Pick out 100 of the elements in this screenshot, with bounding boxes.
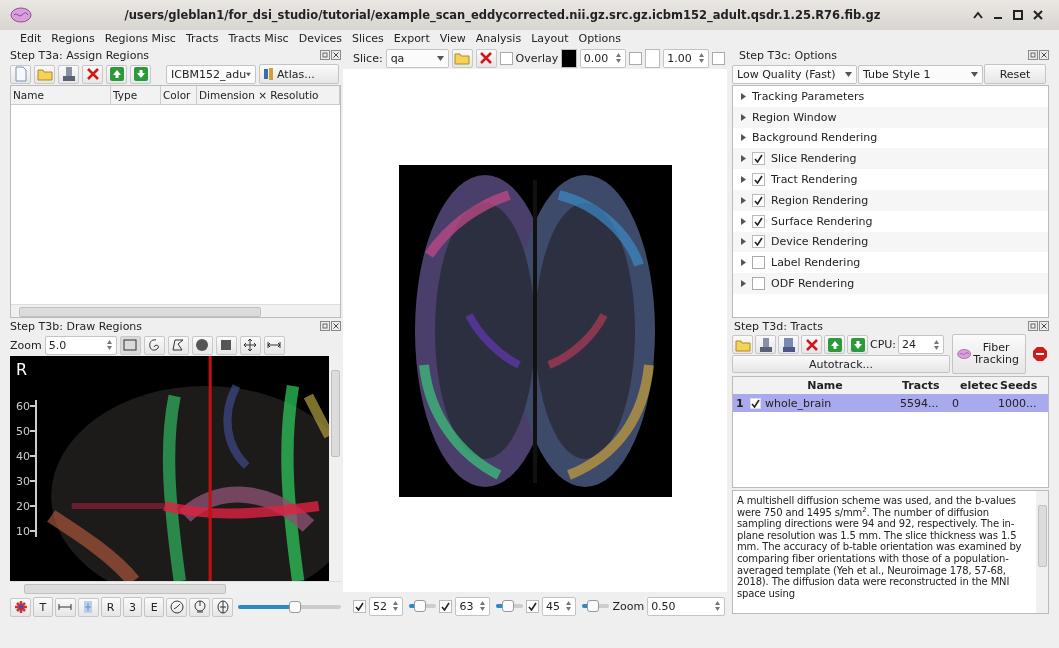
spin-arrows-icon[interactable] <box>105 339 113 351</box>
menu-item[interactable]: Slices <box>352 32 384 45</box>
save-all-icon[interactable] <box>780 336 797 353</box>
option-group-label[interactable]: Device Rendering <box>771 235 869 249</box>
slice-position-field[interactable]: 45 <box>541 596 576 616</box>
option-group-label[interactable]: Region Window <box>752 110 837 124</box>
freehand-icon[interactable] <box>147 338 162 352</box>
atlas-button[interactable]: Atlas... <box>259 64 339 84</box>
expand-arrow-icon[interactable] <box>741 196 746 204</box>
option-group-label[interactable]: Label Rendering <box>771 256 861 270</box>
dropdown-arrow-icon[interactable] <box>436 55 444 61</box>
column-header[interactable]: Color <box>161 86 197 104</box>
max-value-field[interactable]: 1.00 <box>663 48 709 68</box>
menu-item[interactable]: Export <box>393 32 430 45</box>
menu-item[interactable]: Tracts <box>185 32 219 45</box>
atlas-dropdown[interactable]: ICBM152_adu <box>166 64 256 84</box>
style-dropdown[interactable]: Tube Style 1 <box>858 64 983 84</box>
tool-button[interactable]: E <box>144 597 165 617</box>
expand-arrow-icon[interactable] <box>741 134 746 142</box>
menu-item[interactable]: Devices <box>298 32 343 45</box>
slider[interactable] <box>582 599 610 613</box>
save-icon[interactable] <box>60 66 77 82</box>
menu-item[interactable]: Regions Misc <box>104 32 176 45</box>
option-group-label[interactable]: Surface Rendering <box>771 214 873 228</box>
vertical-scrollbar[interactable] <box>1036 491 1048 613</box>
option-checkbox[interactable] <box>752 193 765 207</box>
checkbox[interactable] <box>628 51 642 65</box>
zoom-field[interactable]: 5.0 <box>44 335 117 355</box>
ruler-icon[interactable] <box>58 602 73 612</box>
delete-icon[interactable] <box>804 337 819 352</box>
tract-row[interactable]: 1 whole_brain 5594... 0 1000... <box>733 394 1048 412</box>
close-icon[interactable] <box>1039 50 1049 60</box>
slice-checkbox[interactable] <box>439 599 453 613</box>
spin-arrows-icon[interactable] <box>565 600 572 612</box>
slice-position-field[interactable]: 52 <box>369 596 404 616</box>
option-checkbox[interactable] <box>752 256 765 270</box>
dropdown-arrow-icon[interactable] <box>971 71 978 77</box>
expand-arrow-icon[interactable] <box>741 238 746 246</box>
menu-item[interactable]: Layout <box>531 32 569 45</box>
fiber-tracking-button[interactable]: Fiber Tracking <box>952 334 1026 374</box>
expand-arrow-icon[interactable] <box>741 155 746 163</box>
dropdown-arrow-icon[interactable] <box>246 71 251 77</box>
spin-arrows-icon[interactable] <box>698 52 705 64</box>
slider[interactable] <box>495 599 523 613</box>
close-icon[interactable] <box>1033 10 1043 20</box>
column-header[interactable]: Type <box>111 86 161 104</box>
close-icon[interactable] <box>1039 321 1049 331</box>
spin-arrows-icon[interactable] <box>392 600 400 612</box>
checkbox[interactable] <box>712 51 725 65</box>
dropdown-arrow-icon[interactable] <box>845 71 852 77</box>
option-group-label[interactable]: Tracking Parameters <box>752 89 865 103</box>
square-icon[interactable] <box>219 338 234 352</box>
slider[interactable] <box>409 599 437 613</box>
slider[interactable] <box>238 600 341 614</box>
maximize-icon[interactable] <box>1013 10 1023 20</box>
spin-arrows-icon[interactable] <box>614 52 622 64</box>
close-icon[interactable] <box>331 321 341 331</box>
column-header[interactable]: Seeds <box>998 377 1048 394</box>
tool-button[interactable]: R <box>100 597 121 617</box>
column-header[interactable]: Name <box>750 377 900 394</box>
option-checkbox[interactable] <box>752 235 765 249</box>
spin-arrows-icon[interactable] <box>714 600 722 612</box>
color-star-icon[interactable] <box>13 600 28 614</box>
option-group-label[interactable]: Background Rendering <box>752 131 878 145</box>
slice-position-field[interactable]: 63 <box>455 596 490 616</box>
circle-icon[interactable] <box>195 338 210 352</box>
reset-button[interactable]: Reset <box>984 64 1046 84</box>
menu-item[interactable]: Regions <box>51 32 95 45</box>
rectangle-icon[interactable] <box>123 339 138 351</box>
column-header[interactable]: Tracts <box>900 377 952 394</box>
stop-icon[interactable] <box>1032 346 1048 362</box>
option-group-label[interactable]: Slice Rendering <box>771 152 857 166</box>
spin-arrows-icon[interactable] <box>478 600 486 612</box>
ruler-icon[interactable] <box>267 340 282 350</box>
delete-icon[interactable] <box>85 67 100 81</box>
arrow-down-icon[interactable] <box>133 67 148 81</box>
slice-checkbox[interactable] <box>353 599 366 613</box>
overlay-checkbox[interactable] <box>499 51 513 65</box>
option-group-label[interactable]: ODF Rendering <box>771 277 855 291</box>
min-value-field[interactable]: 0.00 <box>579 48 626 68</box>
quality-dropdown[interactable]: Low Quality (Fast) <box>732 64 857 84</box>
autotrack-button[interactable]: Autotrack... <box>732 355 950 373</box>
tract-checkbox[interactable] <box>750 397 761 409</box>
color-swatch[interactable] <box>644 48 661 68</box>
zoom-field[interactable]: 0.50 <box>647 596 726 616</box>
shade-icon[interactable] <box>973 11 983 19</box>
option-checkbox[interactable] <box>752 214 765 228</box>
option-checkbox[interactable] <box>752 173 765 187</box>
expand-arrow-icon[interactable] <box>741 280 746 288</box>
save-icon[interactable] <box>757 336 774 353</box>
expand-arrow-icon[interactable] <box>741 259 746 267</box>
tool-button[interactable]: 3 <box>122 597 143 617</box>
delete-icon[interactable] <box>479 51 493 65</box>
horizontal-scrollbar[interactable] <box>11 304 340 317</box>
horizontal-scrollbar[interactable] <box>10 581 341 594</box>
slice-dropdown[interactable]: qa <box>385 48 449 68</box>
close-icon[interactable] <box>331 50 341 60</box>
head-front-icon[interactable] <box>215 600 230 614</box>
spin-arrows-icon[interactable] <box>933 338 941 351</box>
polygon-icon[interactable] <box>171 338 186 352</box>
